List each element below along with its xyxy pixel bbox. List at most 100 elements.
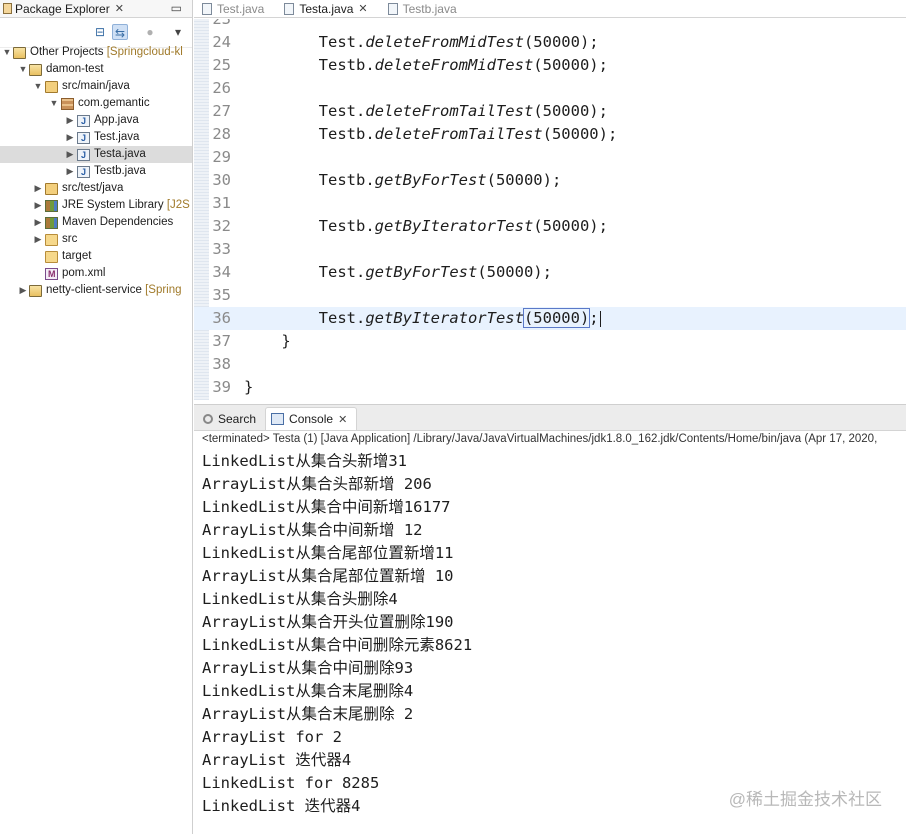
tree-item-damon-test[interactable]: ▼ damon-test bbox=[0, 61, 192, 78]
code-line-current[interactable]: 36 Test.getByIteratorTest(50000); bbox=[194, 307, 906, 330]
tree-item-src-main-java[interactable]: ▼ src/main/java bbox=[0, 78, 192, 95]
tree-item-label: JRE System Library bbox=[62, 199, 164, 211]
tree-item-maven-dependencies[interactable]: ▶ Maven Dependencies bbox=[0, 214, 192, 231]
tab-console[interactable]: Console ✕ bbox=[265, 407, 358, 430]
collapsed-arrow-icon[interactable]: ▶ bbox=[33, 197, 43, 214]
tree-item-label: target bbox=[62, 250, 92, 262]
code-line[interactable]: 35 bbox=[194, 284, 906, 307]
console-line: ArrayList从集合中间删除93 bbox=[202, 659, 414, 677]
collapsed-arrow-icon[interactable]: ▶ bbox=[33, 180, 43, 197]
working-set-icon bbox=[13, 47, 26, 59]
expanded-arrow-icon[interactable]: ▼ bbox=[33, 78, 43, 95]
code-line[interactable]: 28 Testb.deleteFromTailTest(50000); bbox=[194, 123, 906, 146]
console-line: ArrayList从集合末尾删除 2 bbox=[202, 705, 414, 723]
tab-test-java[interactable]: Test.java bbox=[194, 0, 276, 18]
source-folder-icon bbox=[45, 81, 58, 93]
code-line[interactable]: 23 bbox=[194, 19, 906, 31]
collapsed-arrow-icon[interactable]: ▶ bbox=[65, 146, 75, 163]
console-view: Search Console ✕ <terminated> Testa (1) … bbox=[194, 404, 906, 834]
java-file-icon bbox=[77, 147, 90, 164]
tab-testb-java[interactable]: Testb.java bbox=[380, 0, 469, 18]
expanded-arrow-icon[interactable]: ▼ bbox=[2, 44, 12, 61]
code-method: getByForTest bbox=[365, 263, 478, 281]
tree-item-jre-system-library[interactable]: ▶ JRE System Library [J2S bbox=[0, 197, 192, 214]
line-number: 25 bbox=[212, 56, 231, 74]
tree-item-com-gemantic[interactable]: ▼ com.gemantic bbox=[0, 95, 192, 112]
code-line[interactable]: 39 } bbox=[194, 376, 906, 399]
line-number: 29 bbox=[212, 148, 231, 166]
editor-tabbar: Test.java Testa.java ✕ Testb.java bbox=[194, 0, 906, 18]
tab-package-explorer[interactable]: Package Explorer ✕ bbox=[0, 2, 124, 16]
tree-item-app-java[interactable]: ▶ App.java bbox=[0, 112, 192, 130]
console-line: LinkedList从集合尾部位置新增11 bbox=[202, 544, 454, 562]
code-line[interactable]: 27 Test.deleteFromTailTest(50000); bbox=[194, 100, 906, 123]
library-icon bbox=[45, 217, 58, 229]
tree-item-src-test-java[interactable]: ▶ src/test/java bbox=[0, 180, 192, 197]
tree-item-label: Testa.java bbox=[94, 148, 146, 160]
editor-text-area[interactable]: 23 24 Test.deleteFromMidTest(50000); 25 … bbox=[194, 19, 906, 400]
tree-item-netty-client-service[interactable]: ▶ netty-client-service [Spring bbox=[0, 282, 192, 299]
code-line[interactable]: 38 bbox=[194, 353, 906, 376]
tree-item-label: src bbox=[62, 233, 78, 245]
tree-item-label: Maven Dependencies bbox=[62, 216, 174, 228]
close-icon[interactable]: ✕ bbox=[338, 413, 347, 426]
close-icon[interactable]: ✕ bbox=[358, 2, 367, 15]
code-line[interactable]: 33 bbox=[194, 238, 906, 261]
tree-item-testb-java[interactable]: ▶ Testb.java bbox=[0, 163, 192, 181]
tree-item-testa-java[interactable]: ▶ Testa.java bbox=[0, 146, 192, 164]
link-with-editor-icon[interactable]: ⇆ bbox=[112, 24, 128, 40]
tree-item-target[interactable]: target bbox=[0, 248, 192, 265]
maven-project-icon bbox=[29, 64, 42, 76]
tree-item-other-projects[interactable]: ▼ Other Projects [Springcloud-kl bbox=[0, 44, 192, 61]
code-class: Test. bbox=[244, 33, 366, 51]
collapsed-arrow-icon[interactable]: ▶ bbox=[65, 129, 75, 146]
tab-testa-java[interactable]: Testa.java ✕ bbox=[276, 0, 379, 18]
collapsed-arrow-icon[interactable]: ▶ bbox=[65, 163, 75, 180]
collapsed-arrow-icon[interactable]: ▶ bbox=[33, 214, 43, 231]
code-line[interactable]: 34 Test.getByForTest(50000); bbox=[194, 261, 906, 284]
line-number: 26 bbox=[212, 79, 231, 97]
text-cursor bbox=[599, 310, 601, 327]
console-line: LinkedList从集合末尾删除4 bbox=[202, 682, 414, 700]
tree-item-label: damon-test bbox=[46, 63, 104, 75]
collapsed-arrow-icon[interactable]: ▶ bbox=[18, 282, 28, 299]
view-menu-icon[interactable]: ▾ bbox=[170, 24, 186, 40]
code-line[interactable]: 37 } bbox=[194, 330, 906, 353]
tree-item-test-java[interactable]: ▶ Test.java bbox=[0, 129, 192, 147]
code-line[interactable]: 29 bbox=[194, 146, 906, 169]
tree-item-src[interactable]: ▶ src bbox=[0, 231, 192, 248]
code-class: Test. bbox=[244, 263, 366, 281]
tab-search[interactable]: Search bbox=[198, 407, 265, 430]
focus-icon[interactable]: ● bbox=[142, 24, 158, 40]
code-line[interactable]: 32 Testb.getByIteratorTest(50000); bbox=[194, 215, 906, 238]
collapsed-arrow-icon[interactable]: ▶ bbox=[65, 112, 75, 129]
line-number: 23 bbox=[212, 19, 231, 28]
code-end: ; bbox=[598, 217, 608, 235]
code-args: (50000) bbox=[533, 56, 599, 74]
console-tabbar: Search Console ✕ bbox=[194, 405, 906, 431]
code-line[interactable]: 30 Testb.getByForTest(50000); bbox=[194, 169, 906, 192]
tree-item-decoration: [Spring bbox=[145, 284, 182, 296]
code-line[interactable]: 31 bbox=[194, 192, 906, 215]
code-line[interactable]: 24 Test.deleteFromMidTest(50000); bbox=[194, 31, 906, 54]
expanded-arrow-icon[interactable]: ▼ bbox=[49, 95, 59, 112]
collapsed-arrow-icon[interactable]: ▶ bbox=[33, 231, 43, 248]
tree-item-decoration: [J2S bbox=[166, 199, 190, 211]
console-line: ArrayList从集合头部新增 206 bbox=[202, 475, 432, 493]
code-line[interactable]: 25 Testb.deleteFromMidTest(50000); bbox=[194, 54, 906, 77]
console-line: ArrayList 迭代器4 bbox=[202, 751, 352, 769]
code-method: deleteFromTailTest bbox=[365, 102, 534, 120]
line-number: 27 bbox=[212, 102, 231, 120]
code-line[interactable]: 26 bbox=[194, 77, 906, 100]
code-method: getByIteratorTest bbox=[374, 217, 534, 235]
close-icon[interactable]: ✕ bbox=[115, 2, 124, 15]
folder-icon bbox=[45, 234, 58, 246]
expanded-arrow-icon[interactable]: ▼ bbox=[18, 61, 28, 78]
code-class: Testb. bbox=[244, 171, 375, 189]
minimize-maximize-icon[interactable]: ▭ bbox=[171, 1, 182, 15]
code-class: Testb. bbox=[244, 217, 375, 235]
collapse-all-icon[interactable]: ⊟ bbox=[92, 24, 108, 40]
console-output[interactable]: LinkedList从集合头新增31 ArrayList从集合头部新增 206 … bbox=[202, 450, 902, 818]
tree-item-pom-xml[interactable]: pom.xml bbox=[0, 265, 192, 283]
code-class: Test. bbox=[244, 102, 366, 120]
